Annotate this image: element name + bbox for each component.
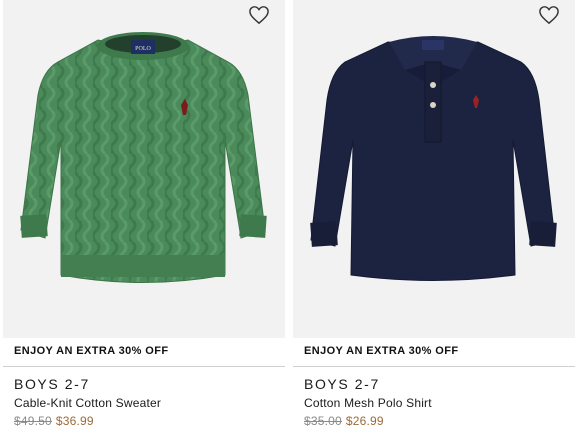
price-row: $49.50 $36.99	[14, 414, 94, 428]
product-card-sweater[interactable]: POLO ENJOY AN EXTRA 30% OFF BOYS 2-7 Cab…	[3, 0, 285, 432]
product-image-sweater[interactable]: POLO	[3, 0, 285, 338]
product-category: BOYS 2-7	[14, 376, 90, 392]
green-sweater-illustration: POLO	[20, 32, 267, 283]
product-card-polo[interactable]: ENJOY AN EXTRA 30% OFF BOYS 2-7 Cotton M…	[293, 0, 575, 432]
product-name-link[interactable]: Cable-Knit Cotton Sweater	[14, 396, 161, 410]
product-category: BOYS 2-7	[304, 376, 380, 392]
promo-text: ENJOY AN EXTRA 30% OFF	[14, 345, 169, 357]
divider	[293, 366, 575, 367]
logo-label-text: POLO	[135, 46, 151, 52]
product-name-link[interactable]: Cotton Mesh Polo Shirt	[304, 396, 432, 410]
original-price: $49.50	[14, 414, 52, 428]
divider	[3, 366, 285, 367]
wishlist-heart-icon[interactable]	[248, 5, 270, 25]
price-row: $35.00 $26.99	[304, 414, 384, 428]
original-price: $35.00	[304, 414, 342, 428]
navy-polo-illustration	[310, 36, 557, 281]
sale-price: $26.99	[345, 414, 384, 428]
wishlist-heart-icon[interactable]	[538, 5, 560, 25]
sale-price: $36.99	[55, 414, 94, 428]
promo-text: ENJOY AN EXTRA 30% OFF	[304, 345, 459, 357]
product-grid: POLO ENJOY AN EXTRA 30% OFF BOYS 2-7 Cab…	[0, 0, 579, 432]
product-image-polo[interactable]	[293, 0, 575, 338]
